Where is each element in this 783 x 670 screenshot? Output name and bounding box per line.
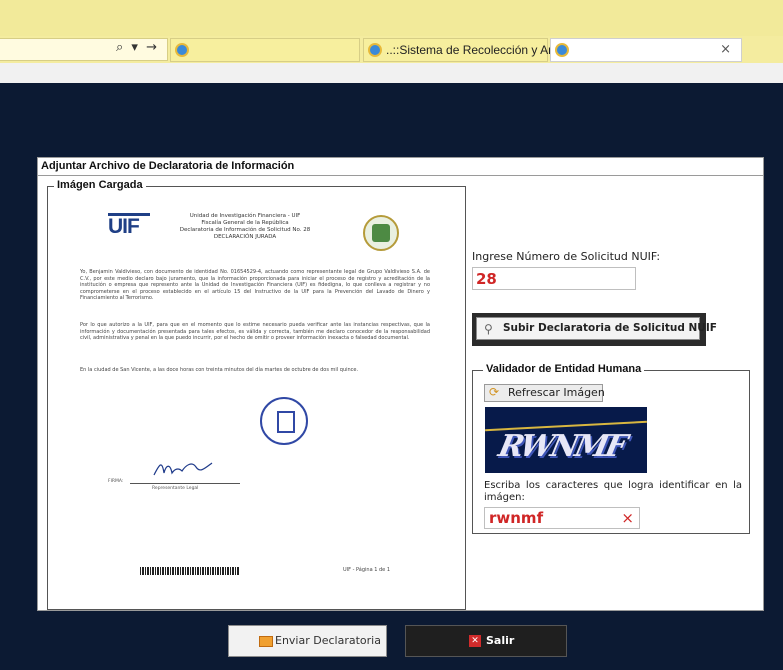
send-declaration-label: Enviar Declaratoria <box>275 634 381 647</box>
captcha-fieldset: Validador de Entidad Humana ⟳ Refrescar … <box>472 363 750 534</box>
refresh-image-label: Refrescar Imágen <box>508 386 605 399</box>
document-header-line: Fiscalía General de la República <box>201 220 289 226</box>
document-header-line: DECLARACIÓN JURADA <box>213 234 277 240</box>
declaration-document-image: UIF Unidad de Investigación Financiera -… <box>60 197 450 592</box>
tab-label: ..::Sistema de Recolección y An... <box>386 43 565 57</box>
browser-tab-active[interactable]: × <box>550 38 742 62</box>
envelope-icon <box>259 636 273 647</box>
ie-icon <box>555 43 569 57</box>
document-header-line: Unidad de Investigación Financiera - UIF <box>189 213 301 219</box>
dialog-separator <box>38 175 763 176</box>
captcha-legend: Validador de Entidad Humana <box>483 363 645 375</box>
upload-dialog: Adjuntar Archivo de Declaratoria de Info… <box>37 157 764 611</box>
close-icon: ✕ <box>469 635 481 647</box>
document-header: Unidad de Investigación Financiera - UIF… <box>170 213 320 241</box>
barcode <box>140 567 240 575</box>
signature-line <box>130 483 240 484</box>
document-header-line: Declaratoria de Información de Solicitud… <box>179 227 311 233</box>
document-paragraph: En la ciudad de San Vicente, a las doce … <box>80 367 359 373</box>
nuif-label: Ingrese Número de Solicitud NUIF: <box>472 250 661 263</box>
refresh-image-button[interactable]: ⟳ Refrescar Imágen <box>484 384 605 402</box>
ie-icon <box>175 43 189 57</box>
clear-input-icon[interactable]: × <box>621 509 634 527</box>
close-tab-icon[interactable]: × <box>720 42 731 57</box>
command-bar <box>0 63 783 83</box>
paperclip-icon: ⚲ <box>484 322 493 336</box>
coat-of-arms-seal <box>363 215 399 251</box>
loaded-image-fieldset: Imágen Cargada UIF Unidad de Investigaci… <box>47 179 466 610</box>
browser-tab-1[interactable] <box>170 38 360 62</box>
document-paragraph: Yo, Benjamin Valdivieso, con documento d… <box>80 269 430 301</box>
nuif-input[interactable]: 28 <box>472 267 636 290</box>
loaded-image-legend: Imágen Cargada <box>54 179 146 191</box>
exit-button[interactable]: ✕ Salir <box>405 625 567 657</box>
refresh-icon: ⟳ <box>489 385 500 399</box>
upload-declaration-label: Subir Declaratoria de Solicitud NUIF <box>503 322 717 334</box>
captcha-instructions: Escriba los caracteres que logra identif… <box>484 480 742 503</box>
captcha-input-value: rwnmf <box>489 509 544 527</box>
document-paragraph: Por lo que autorizo a la UIF, para que e… <box>80 322 430 341</box>
signature-label: FIRMA: <box>108 479 124 484</box>
ie-icon <box>368 43 382 57</box>
captcha-image: RWNMF <box>485 407 647 473</box>
dialog-title: Adjuntar Archivo de Declaratoria de Info… <box>41 160 295 172</box>
captcha-image-text: RWNMF <box>495 429 628 464</box>
upload-declaration-button[interactable]: ⚲ Subir Declaratoria de Solicitud NUIF <box>476 317 717 340</box>
address-bar-icons[interactable]: ⌕ ▾ → <box>116 40 159 55</box>
nuif-input-value: 28 <box>476 270 497 288</box>
signer-role: Representante Legal <box>152 486 199 491</box>
browser-tab-sistema[interactable]: ..::Sistema de Recolección y An... <box>363 38 565 62</box>
captcha-input[interactable]: rwnmf × <box>484 507 640 529</box>
upload-declaration-button-frame: ⚲ Subir Declaratoria de Solicitud NUIF <box>472 313 717 346</box>
document-page-label: UIF - Página 1 de 1 <box>343 567 391 573</box>
company-stamp <box>260 397 308 445</box>
send-declaration-button[interactable]: Enviar Declaratoria <box>228 625 387 657</box>
signature <box>153 462 213 476</box>
uif-logo: UIF <box>108 215 140 238</box>
browser-titlebar <box>0 0 783 36</box>
exit-label: Salir <box>486 634 515 647</box>
